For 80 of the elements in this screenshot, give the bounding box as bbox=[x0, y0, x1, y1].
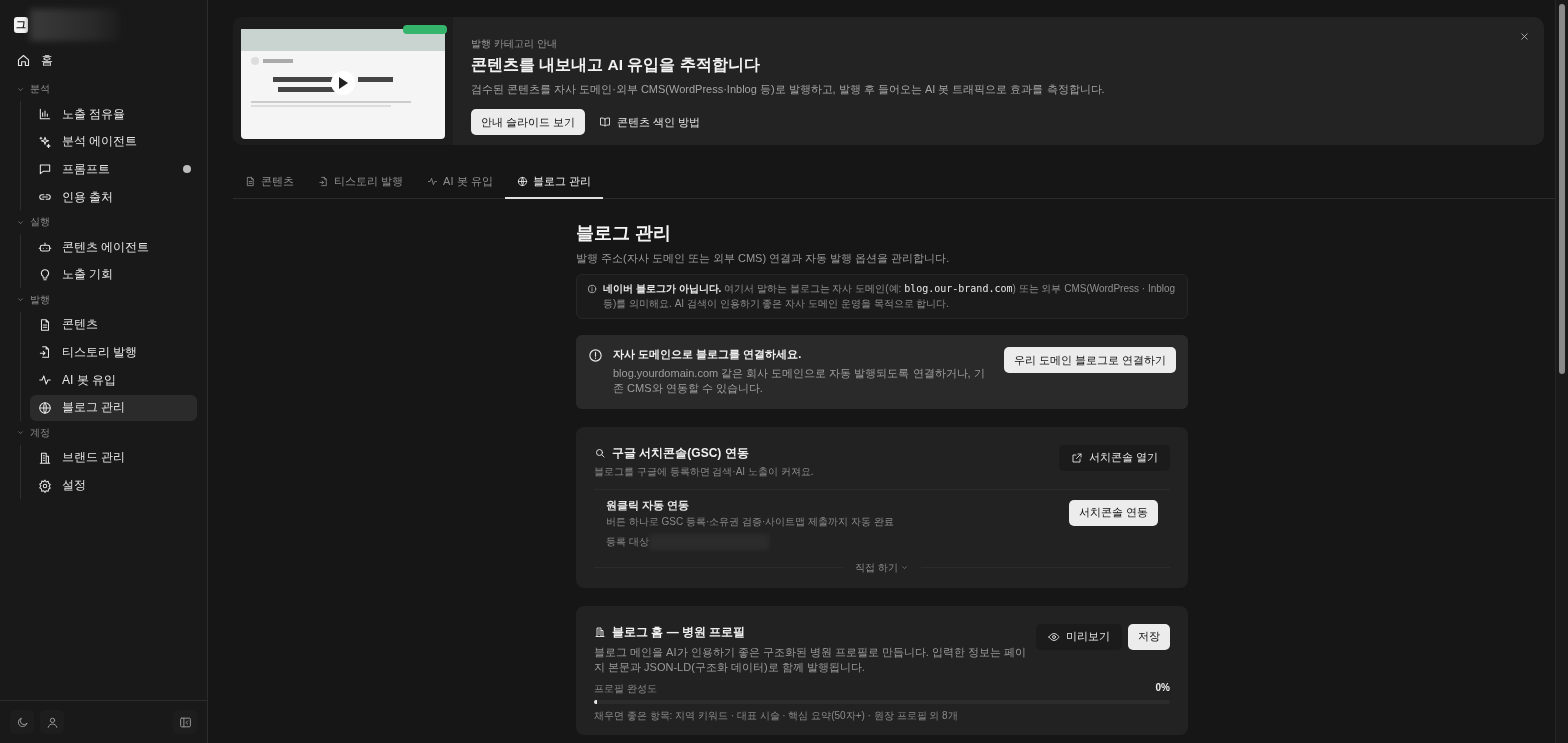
building-icon bbox=[38, 450, 52, 465]
collapse-sidebar-icon bbox=[178, 715, 192, 729]
document-arrow-icon bbox=[318, 175, 329, 187]
slides-button[interactable]: 안내 슬라이드 보기 bbox=[471, 109, 586, 135]
banner-description: 검수된 콘텐츠를 자사 도메인·외부 CMS(WordPress·Inblog 등)로 발행하고, 발행 후 들어오는 AI 봇 트래픽으로 효과를 측정합니다. bbox=[471, 82, 1105, 97]
close-icon bbox=[1519, 31, 1530, 42]
pulse-icon bbox=[38, 373, 52, 388]
info-icon bbox=[587, 284, 597, 294]
nav-item[interactable]: 노출 점유율 bbox=[30, 101, 197, 127]
tab[interactable]: 티스토리 발행 bbox=[306, 165, 416, 199]
alert-title: 자사 도메인으로 블로그를 연결하세요. bbox=[613, 347, 803, 362]
nav-item[interactable]: 설정 bbox=[30, 472, 197, 499]
section-text: 버튼 하나로 GSC 등록·소유권 검증·사이트맵 제출까지 자동 완료 bbox=[606, 514, 894, 529]
tab[interactable]: 콘텐츠 bbox=[233, 165, 306, 199]
app-logo: 그 bbox=[14, 17, 28, 33]
nav-item[interactable]: 인용 출처 bbox=[30, 184, 197, 211]
nav-item[interactable]: 프롬프트 bbox=[30, 156, 197, 183]
globe-icon bbox=[516, 175, 528, 187]
bar-chart-icon bbox=[38, 107, 52, 121]
page-subtitle: 발행 주소(자사 도메인 또는 외부 CMS) 연결과 자동 발행 옵션을 관리합니다. bbox=[576, 251, 951, 266]
guide-link[interactable]: 콘텐츠 색인 방법 bbox=[593, 109, 707, 135]
home-icon bbox=[16, 52, 31, 68]
card-title: 구글 서치콘솔(GSC) 연동 bbox=[612, 444, 749, 462]
close-button[interactable] bbox=[1519, 31, 1530, 42]
account-button[interactable] bbox=[40, 710, 64, 734]
nav-item[interactable]: 노출 기회 bbox=[30, 261, 197, 288]
banner-title: 콘텐츠를 내보내고 AI 유입을 추적합니다 bbox=[471, 55, 761, 75]
building-icon bbox=[594, 626, 606, 639]
document-icon bbox=[245, 175, 256, 187]
nav-item[interactable]: 콘텐츠 에이전트 bbox=[30, 234, 197, 261]
sparkle-icon bbox=[38, 134, 52, 149]
theme-toggle-button[interactable] bbox=[10, 710, 34, 734]
document-icon bbox=[38, 317, 52, 332]
target-label: 등록 대상 bbox=[606, 535, 649, 547]
section-header[interactable]: 발행 bbox=[16, 290, 207, 309]
progress-label: 프로필 완성도 bbox=[594, 681, 657, 696]
pulse-icon bbox=[427, 175, 439, 187]
connect-console-button[interactable]: 서치콘솔 연동 bbox=[1068, 499, 1158, 526]
card-subtitle: 블로그를 구글에 등록하면 검색·AI 노출이 커져요. bbox=[594, 464, 814, 479]
open-console-button[interactable]: 서치콘솔 열기 bbox=[1058, 444, 1170, 471]
robot-icon bbox=[38, 240, 52, 255]
document-arrow-icon bbox=[38, 345, 52, 360]
alert-text: blog.yourdomain.com 같은 회사 도메인으로 자동 발행되도록 연결하거나, 기존 CMS와 연동할 수 있습니다. bbox=[613, 366, 986, 397]
scrollbar-thumb[interactable] bbox=[1559, 4, 1565, 374]
tab[interactable]: AI 봇 유입 bbox=[415, 165, 505, 199]
nav-item[interactable]: 티스토리 발행 bbox=[30, 339, 197, 366]
progress-value: 0% bbox=[1155, 681, 1170, 695]
notice-text: 네이버 블로그가 아닙니다. 여기서 말하는 블로그는 자사 도메인(예: blog.our-brand.com) 또는 외부 CMS(WordPress · Inblog 등)를 의미해요. AI 검색이 인용하기 좋은 자사 도메인 운영을 목적으로 합니다. bbox=[603, 282, 1177, 311]
nav-item[interactable]: 콘텐츠 bbox=[30, 311, 197, 338]
eye-icon bbox=[1048, 630, 1060, 643]
book-icon bbox=[599, 116, 612, 128]
nav-item[interactable]: 블로그 관리 bbox=[30, 394, 197, 421]
section-header[interactable]: 계정 bbox=[16, 423, 207, 442]
section-header[interactable]: 분석 bbox=[16, 80, 207, 98]
lightbulb-icon bbox=[38, 267, 52, 282]
save-button[interactable]: 저장 bbox=[1128, 623, 1170, 650]
card-title: 블로그 홈 — 병원 프로필 bbox=[612, 623, 746, 641]
section-header[interactable]: 실행 bbox=[16, 213, 207, 232]
chat-bubble-icon bbox=[38, 162, 52, 177]
section-title: 원클릭 자동 연동 bbox=[606, 497, 691, 513]
alert-icon bbox=[588, 348, 603, 363]
nav-item[interactable]: 홈 bbox=[8, 47, 199, 73]
settings-icon bbox=[38, 478, 52, 493]
external-link-icon bbox=[1070, 451, 1083, 464]
page-title: 블로그 관리 bbox=[576, 222, 672, 245]
card-description: 블로그 메인을 AI가 인용하기 좋은 구조화된 병원 프로필로 만듭니다. 입력한 정보는 페이지 본문과 JSON-LD(구조화 데이터)로 함께 발행됩니다. bbox=[594, 644, 1028, 676]
nav-item[interactable]: AI 봇 유입 bbox=[30, 367, 197, 394]
preview-button[interactable]: 미리보기 bbox=[1036, 623, 1122, 650]
nav-item[interactable]: 분석 에이전트 bbox=[30, 128, 197, 155]
banner-eyebrow: 발행 카테고리 안내 bbox=[471, 37, 558, 51]
manual-toggle[interactable]: 직접 하기 bbox=[849, 559, 915, 576]
nav-item[interactable]: 브랜드 관리 bbox=[30, 444, 197, 471]
moon-icon bbox=[15, 715, 29, 729]
globe-icon bbox=[38, 400, 52, 415]
user-icon bbox=[45, 715, 59, 729]
tab[interactable]: 블로그 관리 bbox=[504, 165, 603, 199]
collapse-sidebar-button[interactable] bbox=[173, 710, 197, 734]
connect-domain-button[interactable]: 우리 도메인 블로그로 연결하기 bbox=[1003, 347, 1176, 373]
hint-text: 채우면 좋은 항목: 지역 키워드 · 대표 시술 · 핵심 요약(50자+) · 원장 프로필 외 8개 bbox=[594, 708, 959, 723]
search-icon bbox=[594, 447, 606, 460]
